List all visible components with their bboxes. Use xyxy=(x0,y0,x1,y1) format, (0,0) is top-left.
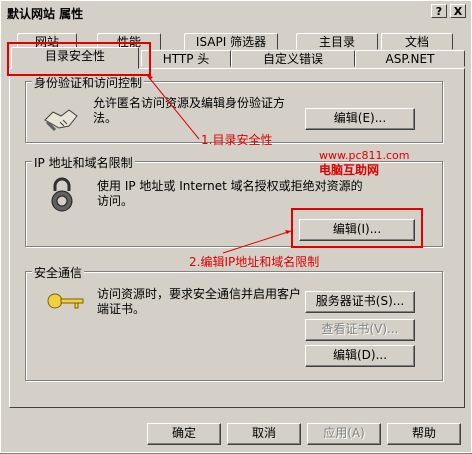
annotation-1: 1.目录安全性 xyxy=(201,133,273,147)
properties-dialog: 默认网站 属性 ? X 网站 性能 ISAPI 筛选器 主目录 文档 目录安全性… xyxy=(0,0,472,454)
tab-directory-security[interactable]: 目录安全性 xyxy=(11,47,139,69)
watermark-name: 电脑互助网 xyxy=(319,163,380,177)
annotation-2: 2.编辑IP地址和域名限制 xyxy=(189,255,320,269)
